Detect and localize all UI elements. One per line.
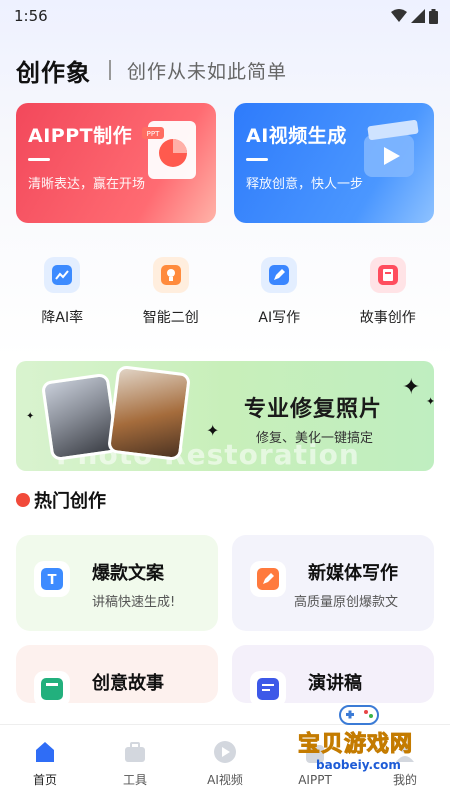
chart-icon bbox=[44, 257, 81, 293]
tab-ai-video[interactable]: AI视频 bbox=[185, 739, 265, 788]
feature-title: 爆款文案 bbox=[92, 563, 164, 584]
ppt-icon bbox=[302, 741, 328, 767]
quick-tools: 降AI率 智能二创 AI写作 故事创作 bbox=[0, 257, 450, 327]
quick-smart-remix[interactable]: 智能二创 bbox=[123, 257, 219, 327]
sample-photo-1 bbox=[40, 372, 120, 462]
aippt-card[interactable]: AIPPT制作 清晰表达，赢在开场 PPT bbox=[16, 103, 216, 223]
tab-home[interactable]: 首页 bbox=[5, 739, 85, 788]
wifi-icon bbox=[391, 9, 407, 22]
new-media-card[interactable]: 新媒体写作 高质量原创爆款文 bbox=[232, 535, 434, 631]
quick-label: 降AI率 bbox=[41, 310, 84, 326]
tab-label: AIPPT bbox=[298, 772, 332, 787]
quick-story[interactable]: 故事创作 bbox=[340, 257, 436, 327]
svg-text:T: T bbox=[48, 573, 57, 588]
viral-copy-card[interactable]: T 爆款文案 讲稿快速生成! bbox=[16, 535, 218, 631]
slogan: 创作从未如此简单 bbox=[127, 60, 288, 83]
hero-line bbox=[28, 158, 50, 161]
status-time: 1:56 bbox=[14, 7, 48, 25]
sample-photo-2 bbox=[106, 364, 192, 462]
bulb-icon bbox=[152, 257, 189, 293]
ai-video-card[interactable]: AI视频生成 释放创意，快人一步 bbox=[234, 103, 434, 223]
sparkle-icon: ✦ bbox=[426, 395, 434, 408]
feature-title: 创意故事 bbox=[92, 673, 164, 694]
quick-label: 智能二创 bbox=[142, 310, 199, 326]
pen-icon bbox=[261, 257, 298, 293]
photo-restoration-banner[interactable]: Photo Restoration ✦ ✦ ✦ ✦ 专业修复照片 修复、美化一键… bbox=[16, 361, 434, 471]
quick-label: 故事创作 bbox=[359, 310, 416, 326]
home-icon bbox=[32, 739, 58, 765]
feature-subtitle: 高质量原创爆款文 bbox=[294, 595, 399, 610]
edit-icon bbox=[250, 561, 286, 597]
feature-title: 新媒体写作 bbox=[308, 563, 398, 584]
sparkle-icon: ✦ bbox=[402, 375, 421, 400]
signal-icon bbox=[411, 9, 425, 23]
video-clapper-icon bbox=[364, 119, 419, 177]
tab-mine[interactable]: 我的 bbox=[365, 739, 445, 788]
feature-title: 演讲稿 bbox=[308, 673, 362, 694]
tab-label: AI视频 bbox=[207, 773, 243, 787]
tab-label: 工具 bbox=[122, 773, 147, 787]
tab-label: 我的 bbox=[392, 773, 417, 787]
banner-title: 专业修复照片 bbox=[244, 397, 383, 422]
bottom-tab-bar: 首页 工具 AI视频 AIPPT 我的 bbox=[0, 724, 450, 800]
book-icon bbox=[34, 671, 70, 703]
app-header: 创作象 创作从未如此简单 bbox=[0, 32, 450, 108]
header-divider bbox=[109, 60, 111, 80]
book-icon bbox=[369, 257, 406, 293]
text-icon: T bbox=[34, 561, 70, 597]
sparkle-icon: ✦ bbox=[206, 421, 220, 440]
brand-name: 创作象 bbox=[16, 58, 91, 87]
sparkle-icon: ✦ bbox=[26, 411, 35, 422]
hot-icon bbox=[16, 493, 30, 507]
status-icons bbox=[391, 8, 438, 24]
status-bar: 1:56 bbox=[0, 0, 450, 32]
banner-subtitle: 修复、美化一键搞定 bbox=[256, 431, 374, 446]
hero-row: AIPPT制作 清晰表达，赢在开场 PPT AI视频生成 释放创意，快人一步 bbox=[0, 103, 450, 223]
creative-story-card[interactable]: 创意故事 bbox=[16, 645, 218, 703]
hot-section-title: 热门创作 bbox=[16, 487, 434, 513]
feature-subtitle: 讲稿快速生成! bbox=[92, 595, 176, 610]
quick-label: AI写作 bbox=[258, 310, 301, 326]
doc-icon bbox=[250, 671, 286, 703]
battery-icon bbox=[429, 8, 438, 24]
ppt-file-icon: PPT bbox=[142, 121, 196, 179]
speech-card[interactable]: 演讲稿 bbox=[232, 645, 434, 703]
quick-reduce-ai[interactable]: 降AI率 bbox=[14, 257, 110, 327]
profile-icon bbox=[392, 739, 418, 765]
feature-grid: T 爆款文案 讲稿快速生成! 新媒体写作 高质量原创爆款文 创意故事 演讲稿 bbox=[0, 535, 450, 703]
briefcase-icon bbox=[122, 739, 148, 765]
quick-ai-writing[interactable]: AI写作 bbox=[231, 257, 327, 327]
play-icon bbox=[212, 739, 238, 765]
hero-line bbox=[246, 158, 268, 161]
tab-tools[interactable]: 工具 bbox=[95, 739, 175, 788]
section-title-text: 热门创作 bbox=[34, 491, 106, 512]
tab-label: 首页 bbox=[32, 773, 57, 787]
svg-text:PPT: PPT bbox=[147, 130, 160, 138]
tab-aippt[interactable]: AIPPT bbox=[275, 741, 355, 787]
